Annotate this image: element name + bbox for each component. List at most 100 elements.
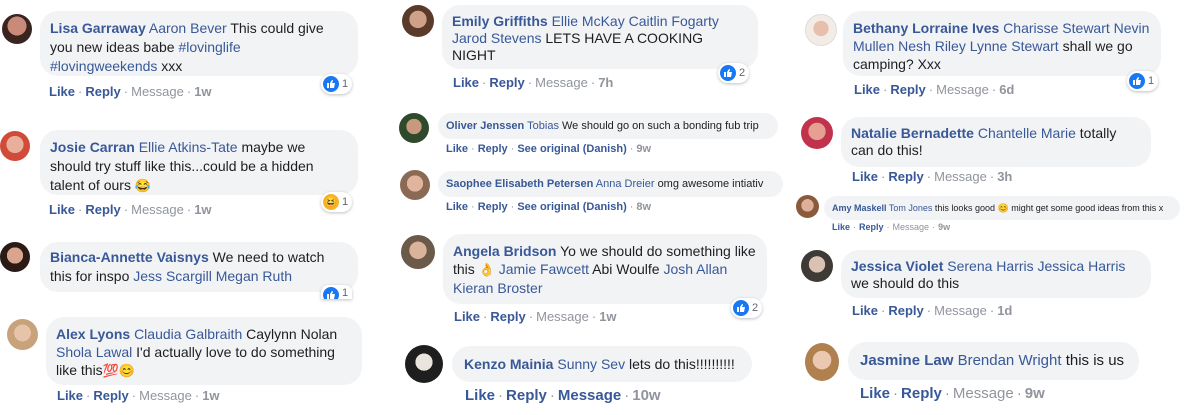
reply-link[interactable]: Reply (478, 143, 508, 155)
like-link[interactable]: Like (49, 202, 75, 217)
comment-author[interactable]: Angela Bridson (453, 243, 556, 259)
reply-link[interactable]: Reply (901, 385, 942, 402)
timestamp[interactable]: 6d (999, 82, 1014, 97)
like-link[interactable]: Like (832, 222, 850, 232)
avatar[interactable] (805, 343, 839, 381)
avatar[interactable] (399, 113, 429, 143)
message-link[interactable]: Message (131, 84, 184, 99)
reply-link[interactable]: Reply (93, 388, 128, 403)
tagged-user[interactable]: Serena Harris Jessica Harris (947, 258, 1125, 274)
message-link[interactable]: Message (131, 202, 184, 217)
tagged-user[interactable]: Chantelle Marie (978, 125, 1076, 141)
avatar[interactable] (0, 242, 30, 272)
see-original-link[interactable]: See original (Danish) (517, 143, 626, 155)
like-link[interactable]: Like (465, 387, 495, 404)
tagged-user[interactable]: Brendan Wright (958, 352, 1062, 369)
message-link[interactable]: Message (536, 309, 589, 324)
comment-author[interactable]: Alex Lyons (56, 326, 130, 342)
avatar[interactable] (405, 345, 443, 383)
reply-link[interactable]: Reply (888, 303, 923, 318)
timestamp[interactable]: 1w (599, 309, 616, 324)
tagged-user[interactable]: Ellie Atkins-Tate (139, 139, 238, 155)
message-link[interactable]: Message (953, 385, 1014, 402)
comment-author[interactable]: Bianca-Annette Vaisnys (50, 249, 209, 265)
message-link[interactable]: Message (535, 75, 588, 90)
like-link[interactable]: Like (446, 143, 468, 155)
message-link[interactable]: Message (139, 388, 192, 403)
comment-author[interactable]: Jessica Violet (851, 258, 943, 274)
tagged-user[interactable]: Shola Lawal (56, 344, 132, 360)
tagged-user[interactable]: Jess Scargill Megan Ruth (133, 268, 292, 284)
timestamp[interactable]: 9w (1025, 385, 1045, 402)
comment-author[interactable]: Lisa Garraway (50, 20, 146, 36)
timestamp[interactable]: 3h (997, 169, 1012, 184)
reaction-badge[interactable]: 1 (1127, 71, 1159, 91)
tagged-user[interactable]: Jamie Fawcett (499, 261, 589, 277)
timestamp[interactable]: 1w (194, 202, 211, 217)
like-link[interactable]: Like (860, 385, 890, 402)
like-link[interactable]: Like (57, 388, 83, 403)
avatar[interactable] (401, 235, 435, 269)
timestamp[interactable]: 9w (636, 143, 651, 155)
reply-link[interactable]: Reply (489, 75, 524, 90)
reply-link[interactable]: Reply (888, 169, 923, 184)
tagged-user[interactable]: Anna Dreier (596, 178, 655, 190)
avatar[interactable] (0, 131, 30, 161)
reaction-badge[interactable]: 1 (321, 74, 353, 94)
like-link[interactable]: Like (852, 169, 878, 184)
tagged-user[interactable]: Sunny Sev (557, 356, 625, 372)
like-link[interactable]: Like (854, 82, 880, 97)
comment-author[interactable]: Emily Griffiths (452, 13, 548, 29)
avatar[interactable] (805, 14, 837, 46)
like-link[interactable]: Like (454, 309, 480, 324)
timestamp[interactable]: 1w (202, 388, 219, 403)
tagged-user[interactable]: Claudia Galbraith (134, 326, 242, 342)
like-link[interactable]: Like (453, 75, 479, 90)
reply-link[interactable]: Reply (506, 387, 547, 404)
avatar[interactable] (402, 5, 434, 37)
reaction-badge[interactable]: 😆 1 (321, 192, 353, 212)
timestamp[interactable]: 9w (938, 222, 950, 232)
reply-link[interactable]: Reply (85, 202, 120, 217)
reply-link[interactable]: Reply (890, 82, 925, 97)
timestamp[interactable]: 8w (636, 201, 651, 213)
reply-link[interactable]: Reply (478, 201, 508, 213)
reaction-badge[interactable]: 2 (731, 298, 763, 318)
reply-link[interactable]: Reply (859, 222, 884, 232)
like-link[interactable]: Like (852, 303, 878, 318)
comment-author[interactable]: Josie Carran (50, 139, 135, 155)
message-link[interactable]: Message (936, 82, 989, 97)
avatar[interactable] (2, 14, 32, 44)
comment-author[interactable]: Oliver Jenssen (446, 120, 524, 132)
comment-author[interactable]: Jasmine Law (860, 352, 953, 369)
tagged-user[interactable]: Aaron Bever (149, 20, 227, 36)
comment-author[interactable]: Kenzo Mainia (464, 356, 553, 372)
reaction-badge[interactable]: 1 (321, 285, 353, 299)
avatar[interactable] (400, 170, 430, 200)
tagged-user[interactable]: Josh Allan Kieran Broster (453, 261, 727, 296)
timestamp[interactable]: 1d (997, 303, 1012, 318)
see-original-link[interactable]: See original (Danish) (517, 201, 626, 213)
like-link[interactable]: Like (446, 201, 468, 213)
message-link[interactable]: Message (934, 303, 987, 318)
avatar[interactable] (801, 117, 833, 149)
message-link[interactable]: Message (558, 387, 621, 404)
reaction-badge[interactable]: 2 (718, 63, 750, 83)
reply-link[interactable]: Reply (85, 84, 120, 99)
reply-link[interactable]: Reply (490, 309, 525, 324)
avatar[interactable] (801, 250, 833, 282)
comment-author[interactable]: Natalie Bernadette (851, 125, 974, 141)
avatar[interactable] (796, 195, 819, 218)
comment-author[interactable]: Saophee Elisabeth Petersen (446, 178, 593, 190)
message-link[interactable]: Message (934, 169, 987, 184)
message-link[interactable]: Message (893, 222, 930, 232)
tagged-user[interactable]: Tom Jones (889, 203, 933, 213)
timestamp[interactable]: 10w (632, 387, 660, 404)
like-link[interactable]: Like (49, 84, 75, 99)
comment-author[interactable]: Bethany Lorraine Ives (853, 20, 999, 36)
avatar[interactable] (7, 319, 38, 350)
timestamp[interactable]: 1w (194, 84, 211, 99)
timestamp[interactable]: 7h (598, 75, 613, 90)
tagged-user[interactable]: Tobias (527, 120, 559, 132)
comment-author[interactable]: Amy Maskell (832, 203, 887, 213)
